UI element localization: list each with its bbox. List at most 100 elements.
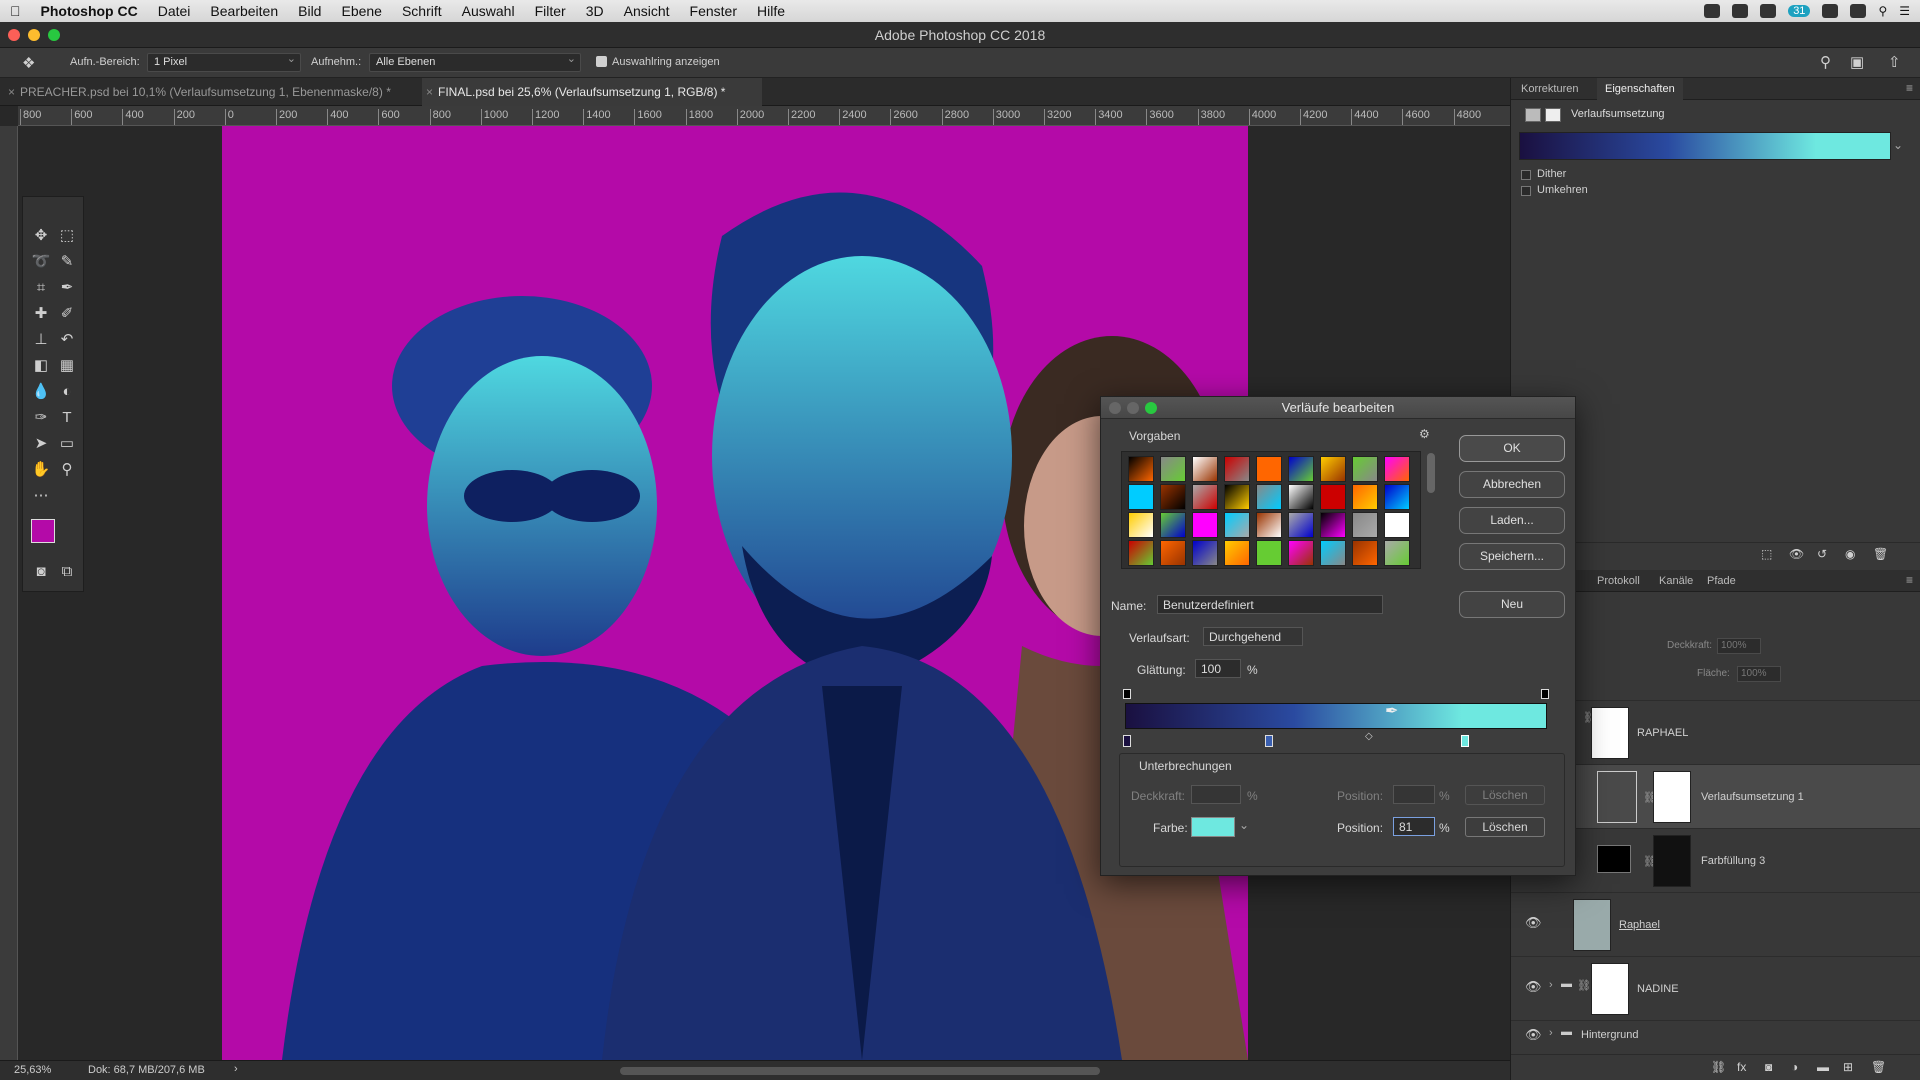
gear-icon[interactable]: ⚙ [1419, 427, 1430, 441]
gradient-preset-swatch[interactable] [1384, 540, 1410, 566]
minimize-window-button[interactable] [28, 29, 40, 41]
menu-fenster[interactable]: Fenster [680, 3, 747, 19]
gradient-preset-swatch[interactable] [1384, 484, 1410, 510]
menu-ansicht[interactable]: Ansicht [614, 3, 680, 19]
menu-list-icon[interactable]: ☰ [1899, 4, 1910, 18]
gradient-bar[interactable] [1125, 703, 1547, 729]
gradient-preset-swatch[interactable] [1288, 540, 1314, 566]
gradient-preset-swatch[interactable] [1128, 456, 1154, 482]
menu-schrift[interactable]: Schrift [392, 3, 452, 19]
presets-scrollbar[interactable] [1427, 453, 1435, 493]
gradient-tool-icon[interactable]: ▦ [55, 355, 79, 377]
close-tab-icon[interactable]: × [8, 78, 15, 106]
sample-size-select[interactable]: 1 Pixel [147, 52, 301, 72]
gradient-map-preview[interactable] [1519, 132, 1891, 160]
midpoint-diamond[interactable]: ◇ [1365, 731, 1373, 742]
layer-name[interactable]: NADINE [1637, 983, 1679, 995]
pen-tool-icon[interactable]: ✑ [29, 407, 53, 429]
layer-name[interactable]: Raphael [1619, 919, 1660, 931]
battery-badge[interactable]: 31 [1788, 5, 1811, 17]
gradient-preset-swatch[interactable] [1224, 456, 1250, 482]
gradient-preset-swatch[interactable] [1160, 484, 1186, 510]
rectangle-tool-icon[interactable]: ▭ [55, 433, 79, 455]
gradient-preset-swatch[interactable] [1288, 456, 1314, 482]
visibility-icon[interactable]: ◉ [1845, 547, 1855, 561]
gradient-preset-swatch[interactable] [1256, 456, 1282, 482]
expand-arrow-icon[interactable]: › [1549, 1027, 1553, 1039]
menu-ebene[interactable]: Ebene [331, 3, 391, 19]
gradient-preset-swatch[interactable] [1288, 512, 1314, 538]
hand-tool-icon[interactable]: ✋ [29, 459, 53, 481]
share-icon[interactable]: ⇧ [1888, 53, 1901, 71]
tab-kanaele[interactable]: Kanäle [1659, 575, 1693, 587]
gradient-preset-swatch[interactable] [1352, 484, 1378, 510]
tab-protokoll[interactable]: Protokoll [1597, 575, 1640, 587]
link-layers-icon[interactable]: ⛓ [1711, 1060, 1726, 1074]
gradient-preset-swatch[interactable] [1352, 540, 1378, 566]
opacity-stop-right[interactable] [1541, 689, 1549, 699]
eye-icon[interactable]: 👁 [1525, 1027, 1542, 1043]
zoom-level[interactable]: 25,63% [14, 1064, 51, 1076]
layer-name[interactable]: Farbfüllung 3 [1701, 855, 1765, 867]
color-stop-selected[interactable] [1461, 735, 1469, 747]
menu-bearbeiten[interactable]: Bearbeiten [200, 3, 288, 19]
panel-menu-icon[interactable]: ≡ [1906, 81, 1913, 95]
new-group-icon[interactable]: ▬ [1817, 1060, 1829, 1074]
marquee-tool-icon[interactable]: ⬚ [55, 225, 79, 247]
quick-select-tool-icon[interactable]: ✎ [55, 251, 79, 273]
cloud-icon[interactable] [1760, 4, 1777, 18]
type-tool-icon[interactable]: T [55, 407, 79, 429]
color-dropdown-icon[interactable]: ⌄ [1239, 818, 1249, 832]
layer-fill-field[interactable]: 100% [1737, 666, 1781, 682]
gradient-preset-swatch[interactable] [1192, 484, 1218, 510]
document-canvas[interactable] [222, 126, 1248, 1060]
wifi-icon[interactable] [1822, 4, 1839, 18]
layer-mask-thumbnail[interactable] [1653, 835, 1691, 887]
search-icon[interactable]: ⚲ [1820, 53, 1831, 71]
layer-group-row[interactable]: 👁 › ▬ ⛓ NADINE [1511, 956, 1920, 1020]
gradient-preset-swatch[interactable] [1384, 512, 1410, 538]
layer-group-row[interactable]: 👁 › ▬ Hintergrund [1511, 1020, 1920, 1050]
opacity-stop-left[interactable] [1123, 689, 1131, 699]
move-tool-icon[interactable]: ✥ [29, 225, 53, 247]
battery-icon[interactable] [1850, 4, 1867, 18]
gradient-preset-swatch[interactable] [1224, 484, 1250, 510]
stop-color-swatch[interactable] [1191, 817, 1235, 837]
gradient-type-select[interactable]: Durchgehend [1203, 627, 1303, 646]
gradient-preset-swatch[interactable] [1256, 540, 1282, 566]
apple-icon[interactable]:  [0, 3, 31, 19]
menu-datei[interactable]: Datei [148, 3, 201, 19]
color-stop-2[interactable] [1265, 735, 1273, 747]
cancel-button[interactable]: Abbrechen [1459, 471, 1565, 498]
path-select-tool-icon[interactable]: ➤ [29, 433, 53, 455]
sample-layers-select[interactable]: Alle Ebenen [369, 52, 581, 72]
layer-mask-thumbnail[interactable] [1653, 771, 1691, 823]
gradient-dropdown-icon[interactable]: ⌄ [1893, 138, 1903, 152]
panel-menu-icon[interactable]: ≡ [1906, 573, 1913, 587]
gradient-preset-swatch[interactable] [1224, 512, 1250, 538]
mask-icon[interactable] [1545, 108, 1561, 122]
crop-tool-icon[interactable]: ⌗ [29, 277, 53, 299]
brush-tool-icon[interactable]: ✐ [55, 303, 79, 325]
menu-bild[interactable]: Bild [288, 3, 331, 19]
workspace-icon[interactable]: ▣ [1850, 53, 1864, 71]
history-brush-tool-icon[interactable]: ↶ [55, 329, 79, 351]
tab-korrekturen[interactable]: Korrekturen [1521, 83, 1578, 95]
fx-icon[interactable]: fx [1737, 1060, 1746, 1074]
adjustment-layer-icon[interactable]: ◑ [1791, 1060, 1798, 1074]
new-button[interactable]: Neu [1459, 591, 1565, 618]
gradient-preset-swatch[interactable] [1384, 456, 1410, 482]
eyedropper-tool-icon[interactable]: ❖ [22, 54, 35, 72]
gradient-preset-swatch[interactable] [1320, 512, 1346, 538]
horizontal-ruler[interactable]: 800 600 400 200 0 200 400 600 800 1000 1200 1400 160… [18, 106, 1510, 126]
expand-arrow-icon[interactable]: › [1549, 979, 1553, 991]
status-arrow-icon[interactable]: › [234, 1063, 238, 1075]
gradient-preset-swatch[interactable] [1192, 456, 1218, 482]
dodge-tool-icon[interactable]: ◐ [55, 381, 79, 403]
app-menu[interactable]: Photoshop CC [31, 3, 148, 19]
eye-icon[interactable]: 👁 [1525, 979, 1542, 995]
gradient-preset-swatch[interactable] [1320, 456, 1346, 482]
stamp-tool-icon[interactable]: ⊥ [29, 329, 53, 351]
layer-row[interactable]: 👁 Raphael [1511, 892, 1920, 956]
menu-hilfe[interactable]: Hilfe [747, 3, 795, 19]
